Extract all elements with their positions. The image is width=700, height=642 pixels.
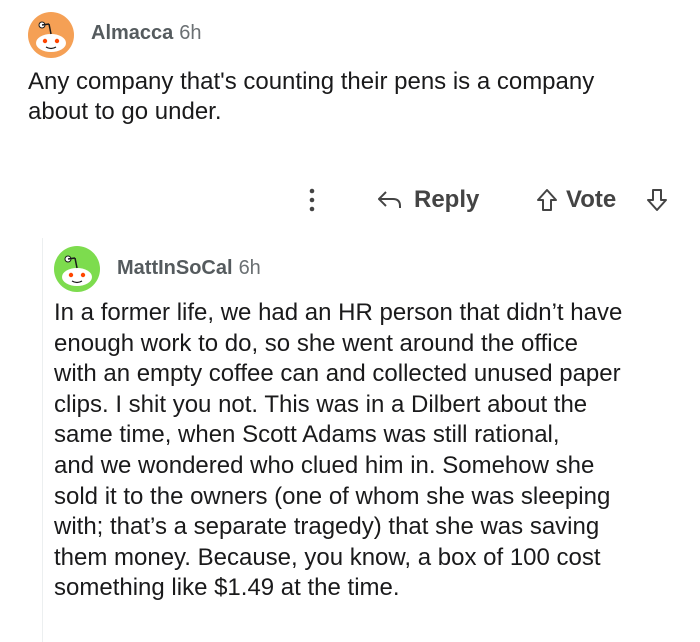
avatar[interactable] xyxy=(28,12,74,58)
vote-label: Vote xyxy=(566,186,617,213)
reply-body-line: enough work to do, so she went around th… xyxy=(54,329,578,357)
vertical-dots-icon xyxy=(309,188,315,212)
more-options-button[interactable] xyxy=(300,184,324,216)
reply-author-meta: MattInSoCal 6h xyxy=(117,257,261,280)
comment-body-line: Any company that's counting their pens i… xyxy=(28,68,595,95)
reply-body-line: and we wondered who clued him in. Someho… xyxy=(54,451,595,479)
reply-label: Reply xyxy=(414,186,480,213)
reply-author[interactable]: MattInSoCal xyxy=(117,257,233,279)
reply-body-line: something like $1.49 at the time. xyxy=(54,574,400,602)
upvote-button[interactable] xyxy=(536,184,558,216)
comment-author-meta: Almacca 6h xyxy=(91,22,202,45)
reply-body-line: with; that’s a separate tragedy) that sh… xyxy=(54,513,600,541)
reply-body-line: clips. I shit you not. This was in a Dil… xyxy=(54,390,588,418)
comment-body: Any company that's counting their pens i… xyxy=(28,67,688,127)
reply-body-line: with an empty coffee can and collected u… xyxy=(54,360,621,388)
reply-arrow-icon xyxy=(378,191,401,208)
vote-count: Vote xyxy=(566,184,616,216)
thread-line[interactable] xyxy=(42,238,43,642)
snoo-avatar-icon xyxy=(28,12,74,58)
comment-actions: Reply Vote xyxy=(300,180,690,220)
reply-body-line: In a former life, we had an HR person th… xyxy=(54,299,623,326)
comment-body-line: about to go under. xyxy=(28,98,222,125)
comment-author[interactable]: Almacca xyxy=(91,22,173,44)
reply-body-line: them money. Because, you know, a box of … xyxy=(54,543,601,571)
reply-button[interactable]: Reply xyxy=(376,184,479,216)
downvote-arrow-icon xyxy=(647,189,667,211)
downvote-button[interactable] xyxy=(646,184,668,216)
upvote-arrow-icon xyxy=(537,189,557,211)
reply-time: 6h xyxy=(238,257,261,279)
snoo-avatar-icon xyxy=(54,246,100,292)
reply-avatar[interactable] xyxy=(54,246,100,292)
reply-body-line: sold it to the owners (one of whom she w… xyxy=(54,482,611,510)
reply-body-line: same time, when Scott Adams was still ra… xyxy=(54,421,560,449)
reply-body: In a former life, we had an HR person th… xyxy=(54,298,694,604)
comment-time: 6h xyxy=(179,22,202,44)
